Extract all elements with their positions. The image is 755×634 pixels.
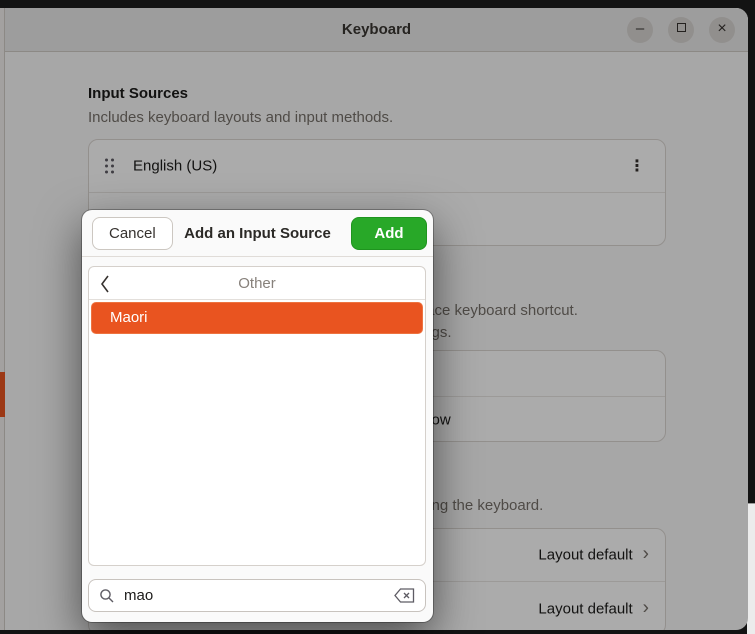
list-item-maori[interactable]: Maori [91,302,423,334]
category-header-row: Other [89,267,425,300]
add-button[interactable]: Add [351,217,427,250]
add-input-source-dialog: Add an Input Source Cancel Add Other Mao… [82,210,433,622]
cancel-button[interactable]: Cancel [92,217,173,250]
background-window-edge [747,503,755,634]
search-icon [100,588,114,602]
list-item-label: Maori [110,309,148,326]
input-source-list: Other Maori [88,266,426,566]
back-chevron-icon[interactable] [98,273,112,295]
dialog-header: Add an Input Source Cancel Add [82,210,433,257]
desktop: Keyboard – × Input Sources Includes keyb… [0,0,755,634]
category-header-label: Other [238,275,276,292]
search-value: mao [124,587,154,604]
search-input[interactable]: mao [88,579,426,612]
clear-search-icon[interactable] [394,588,415,603]
